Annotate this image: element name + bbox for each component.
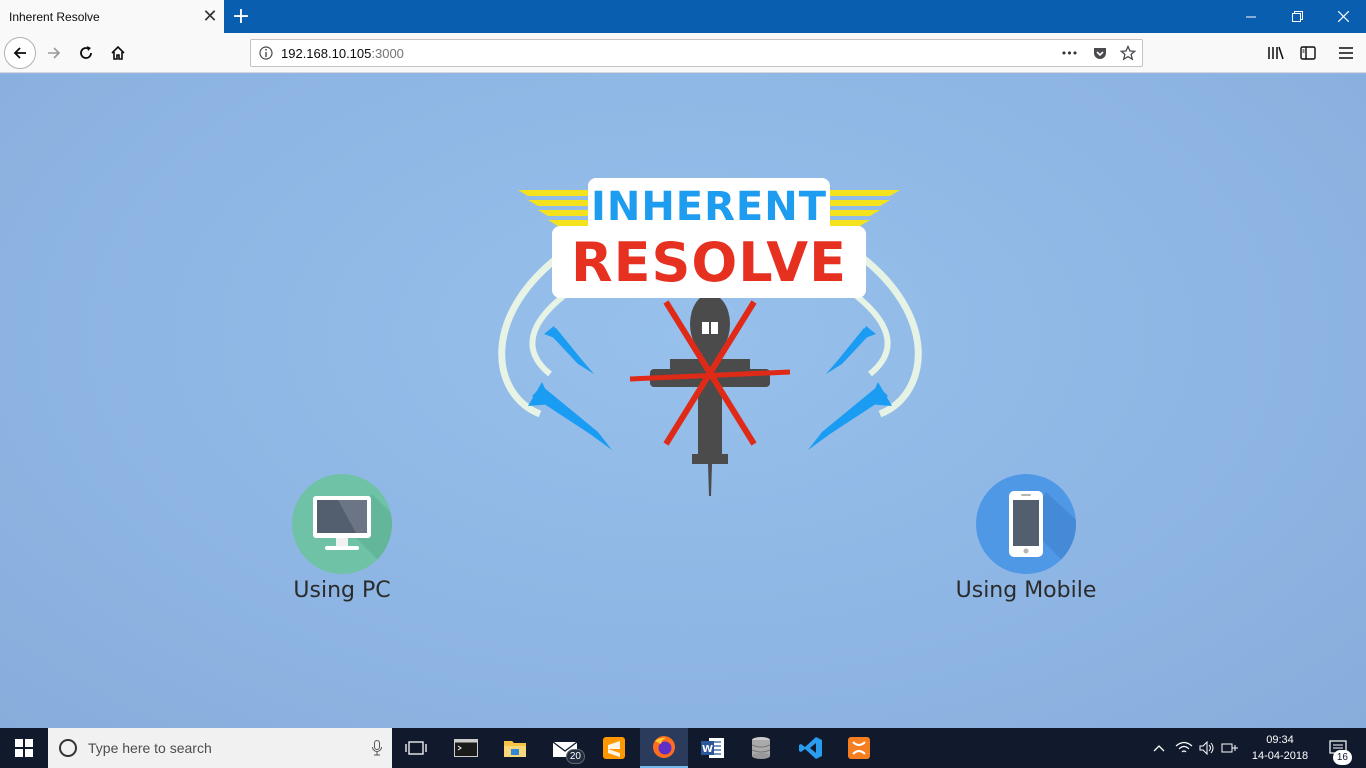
smartphone-icon xyxy=(1009,491,1076,574)
url-bar[interactable]: 192.168.10.105:3000 ••• xyxy=(250,39,1143,67)
restore-icon xyxy=(1291,11,1303,22)
back-button[interactable] xyxy=(4,37,36,69)
xampp-icon xyxy=(848,737,870,759)
missile-left-lower xyxy=(528,382,612,450)
missile-left-upper xyxy=(544,326,594,374)
microphone-icon[interactable] xyxy=(362,740,392,756)
file-explorer-icon xyxy=(504,741,526,757)
logo-bottom-word: RESOLVE xyxy=(552,226,866,298)
taskbar-terminal[interactable] xyxy=(442,728,490,768)
clock-date: 14-04-2018 xyxy=(1251,750,1309,762)
close-icon xyxy=(1337,11,1349,22)
browser-tab[interactable]: Inherent Resolve ✕ xyxy=(0,0,224,33)
firefox-icon xyxy=(653,736,675,758)
using-pc-label[interactable]: Using PC xyxy=(293,578,390,603)
taskbar-word[interactable]: W xyxy=(689,728,737,768)
volume-control[interactable] xyxy=(1196,728,1218,768)
right-wing-stripes xyxy=(822,190,900,226)
sidebar-icon xyxy=(1300,46,1316,60)
game-logo: INHERENT RESOLVE xyxy=(470,174,950,504)
taskbar-mail[interactable]: 20 xyxy=(541,728,589,768)
sidebar-button[interactable] xyxy=(1292,37,1324,69)
page-content: INHERENT RESOLVE Using PC Using Mobile xyxy=(0,74,1366,728)
using-mobile-label[interactable]: Using Mobile xyxy=(956,578,1097,603)
system-clock[interactable]: 09:34 14-04-2018 xyxy=(1242,732,1318,764)
missile-right-lower xyxy=(808,382,892,450)
mobile-icon-circle[interactable] xyxy=(976,474,1076,574)
start-button[interactable] xyxy=(0,728,48,768)
using-mobile-option[interactable]: Using Mobile xyxy=(944,474,1108,603)
taskbar-xampp[interactable] xyxy=(835,728,883,768)
svg-text:W: W xyxy=(702,744,713,755)
tab-close-icon[interactable]: ✕ xyxy=(196,0,224,33)
reload-button[interactable] xyxy=(70,37,102,69)
browser-titlebar: Inherent Resolve ✕ + xyxy=(0,0,1366,33)
task-view-icon xyxy=(405,741,427,755)
star-icon[interactable] xyxy=(1118,45,1138,61)
network-icon xyxy=(1221,743,1238,753)
action-center-button[interactable]: 16 xyxy=(1318,728,1358,768)
cortana-icon xyxy=(59,739,77,757)
notification-count-badge: 16 xyxy=(1332,750,1352,765)
helicopter xyxy=(629,294,791,496)
restore-button[interactable] xyxy=(1274,0,1320,33)
minimize-button[interactable] xyxy=(1228,0,1274,33)
taskbar-database[interactable] xyxy=(737,728,785,768)
show-hidden-icons-button[interactable] xyxy=(1148,728,1170,768)
library-button[interactable] xyxy=(1260,37,1292,69)
menu-button[interactable] xyxy=(1330,37,1362,69)
url-host: 192.168.10.105 xyxy=(281,45,372,61)
mail-count-badge: 20 xyxy=(565,749,585,764)
forward-icon xyxy=(48,47,61,59)
missile-right-upper xyxy=(826,326,876,374)
library-icon xyxy=(1268,46,1284,60)
word-icon: W xyxy=(701,738,724,758)
sublime-icon xyxy=(603,737,625,759)
home-icon xyxy=(111,45,125,60)
url-port: :3000 xyxy=(371,45,404,61)
pc-icon-circle[interactable] xyxy=(292,474,392,574)
browser-navbar: 192.168.10.105:3000 ••• xyxy=(0,33,1366,73)
volume-icon xyxy=(1199,741,1214,755)
database-icon xyxy=(751,737,771,759)
minimize-icon xyxy=(1246,16,1256,17)
wifi-icon xyxy=(1175,741,1193,753)
close-window-button[interactable] xyxy=(1320,0,1366,33)
page-actions-button[interactable]: ••• xyxy=(1056,47,1082,60)
chevron-up-icon xyxy=(1153,745,1165,752)
taskbar-file-explorer[interactable] xyxy=(491,728,539,768)
wifi-status[interactable] xyxy=(1172,728,1196,768)
reload-icon xyxy=(80,46,92,59)
windows-taskbar: Type here to search 20 W 09:34 14-04-201… xyxy=(0,728,1366,768)
pocket-icon[interactable] xyxy=(1090,45,1110,61)
new-tab-button[interactable]: + xyxy=(226,0,256,33)
info-icon[interactable] xyxy=(251,46,281,60)
taskbar-firefox[interactable] xyxy=(640,728,688,768)
clock-time: 09:34 xyxy=(1266,734,1294,746)
vscode-icon xyxy=(799,737,822,759)
search-placeholder[interactable]: Type here to search xyxy=(88,740,362,756)
back-icon xyxy=(13,47,26,59)
tab-title: Inherent Resolve xyxy=(9,9,100,24)
taskbar-search-box[interactable]: Type here to search xyxy=(48,728,392,768)
windows-icon xyxy=(15,739,33,757)
network-status[interactable] xyxy=(1218,728,1242,768)
home-button[interactable] xyxy=(102,37,134,69)
task-view-button[interactable] xyxy=(392,728,440,768)
using-pc-option[interactable]: Using PC xyxy=(280,474,404,603)
desktop-monitor-icon xyxy=(313,494,392,574)
terminal-icon xyxy=(454,739,478,757)
taskbar-sublime[interactable] xyxy=(590,728,638,768)
menu-icon xyxy=(1339,47,1353,59)
left-wing-stripes xyxy=(518,190,596,226)
taskbar-vscode[interactable] xyxy=(787,728,835,768)
forward-button[interactable] xyxy=(38,37,70,69)
